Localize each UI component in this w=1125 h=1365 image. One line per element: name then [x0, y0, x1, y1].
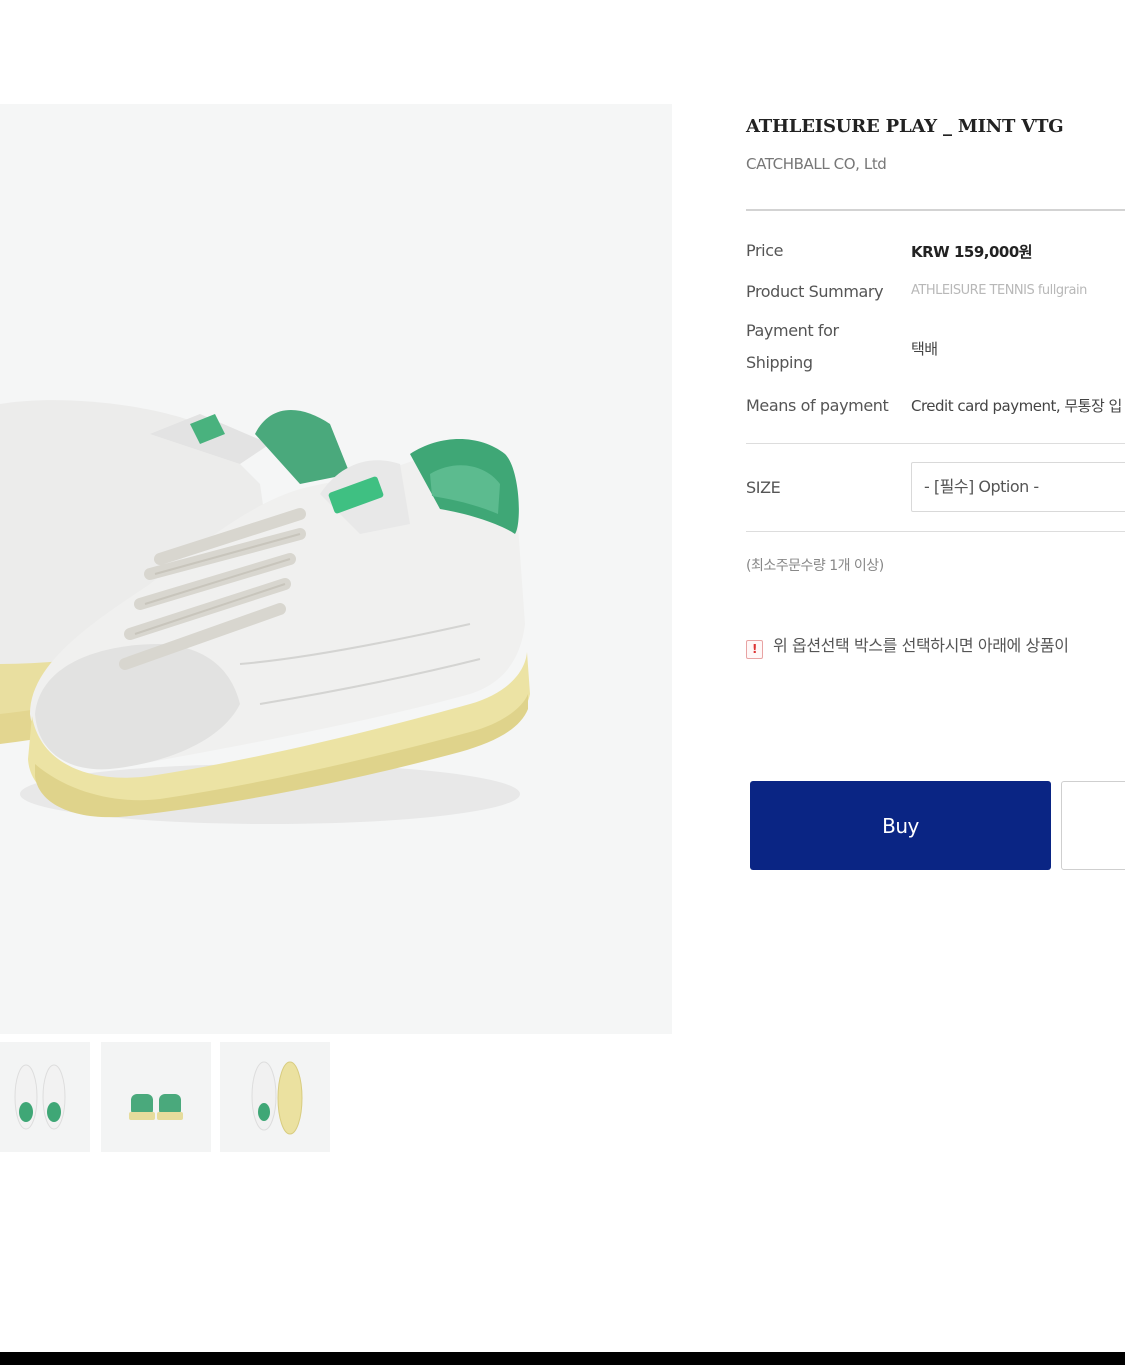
sneaker-top-thumbnail-icon	[14, 1064, 66, 1130]
shipping-value: 택배	[911, 340, 938, 358]
brand-name: CATCHBALL CO, Ltd	[746, 155, 887, 173]
divider	[746, 443, 1125, 444]
divider	[746, 209, 1125, 211]
buy-button[interactable]: Buy	[750, 781, 1051, 870]
payment-label: Means of payment	[746, 396, 889, 415]
summary-label: Product Summary	[746, 282, 884, 301]
cart-button[interactable]	[1061, 781, 1125, 870]
payment-value: Credit card payment, 무통장 입	[911, 397, 1122, 415]
size-select[interactable]: - [필수] Option -	[911, 462, 1125, 512]
option-notice: ! 위 옵션선택 박스를 선택하시면 아래에 상품이	[746, 632, 1069, 659]
alert-icon: !	[746, 640, 763, 659]
thumbnail-sole-view[interactable]	[220, 1042, 330, 1152]
price-value: KRW 159,000원	[911, 243, 1033, 261]
min-order-quantity: (최소주문수량 1개 이상)	[746, 558, 884, 574]
thumbnail-back-view[interactable]	[101, 1042, 211, 1152]
divider	[746, 531, 1125, 532]
price-label: Price	[746, 241, 784, 260]
sneaker-back-thumbnail-icon	[129, 1094, 183, 1120]
notice-text: 위 옵션선택 박스를 선택하시면 아래에 상품이	[773, 636, 1069, 655]
thumbnail-top-view[interactable]	[0, 1042, 90, 1152]
product-title: ATHLEISURE PLAY _ MINT VTG	[746, 116, 1064, 137]
shipping-label-line2: Shipping	[746, 353, 813, 372]
size-label: SIZE	[746, 478, 781, 497]
summary-value: ATHLEISURE TENNIS fullgrain	[911, 283, 1087, 298]
shipping-label-line1: Payment for	[746, 321, 839, 340]
main-product-image	[0, 104, 672, 1034]
sneaker-sole-thumbnail-icon	[251, 1061, 303, 1135]
bottom-bar	[0, 1352, 1125, 1365]
sneaker-illustration	[0, 400, 530, 824]
